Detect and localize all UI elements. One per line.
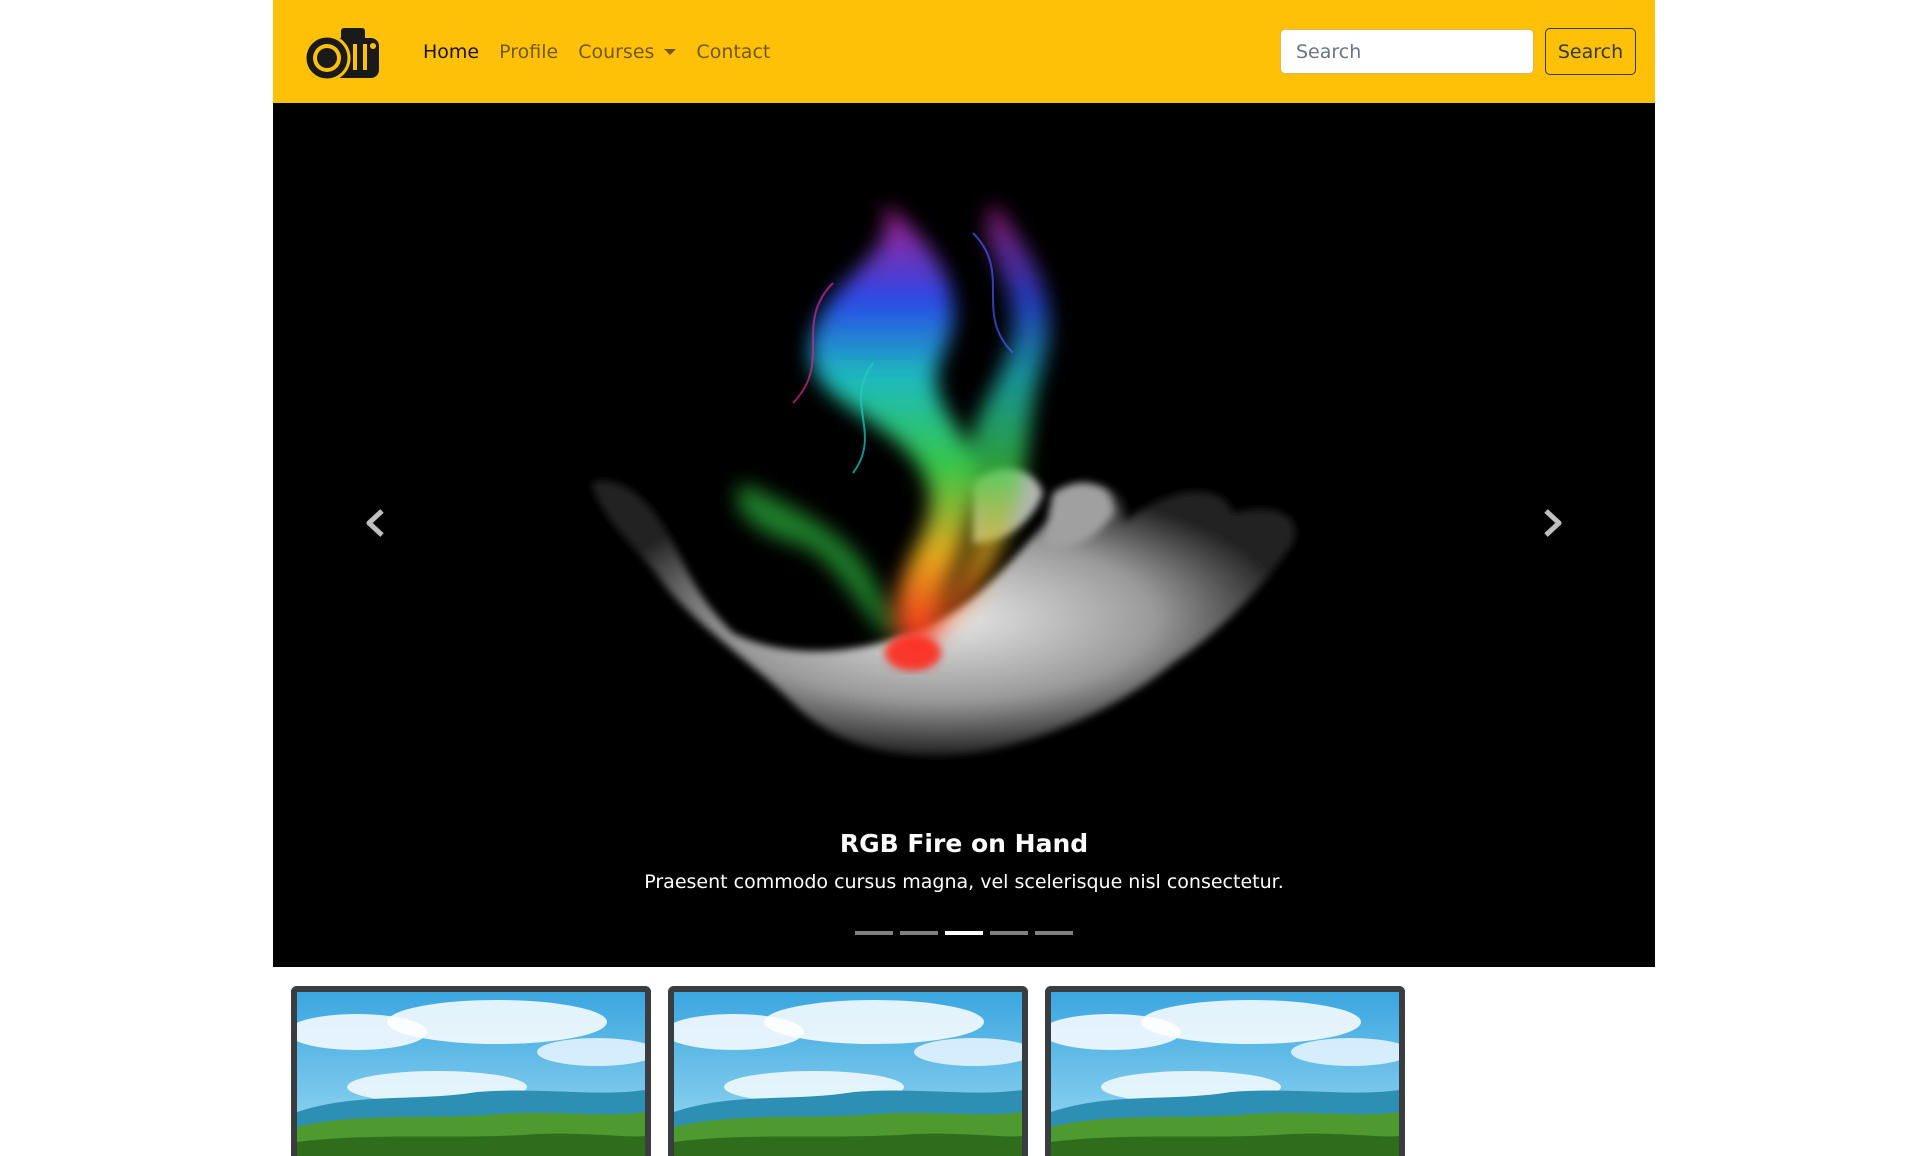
search-button[interactable]: Search [1545, 28, 1636, 75]
search-input[interactable] [1280, 29, 1534, 74]
carousel-indicator[interactable] [900, 931, 938, 935]
search-form: Search [1280, 28, 1636, 75]
thumbnail-card[interactable] [668, 986, 1028, 1156]
carousel-indicator[interactable] [945, 931, 983, 935]
nav-profile[interactable]: Profile [489, 41, 568, 63]
nav-courses-dropdown[interactable]: Courses [568, 41, 686, 63]
thumbnail-card[interactable] [1045, 986, 1405, 1156]
camera-logo-icon[interactable] [301, 22, 387, 82]
carousel-next-button[interactable] [1531, 503, 1571, 543]
nav-courses-label: Courses [578, 40, 655, 63]
slide-title: RGB Fire on Hand [839, 829, 1089, 858]
carousel-indicator[interactable] [855, 931, 893, 935]
nav-contact[interactable]: Contact [686, 41, 780, 63]
nav-links: Home Profile Courses Contact [413, 0, 780, 103]
slide-text: Praesent commodo cursus magna, vel scele… [644, 871, 1284, 893]
carousel-indicator[interactable] [1035, 931, 1073, 935]
navbar: Home Profile Courses Contact Search [273, 0, 1655, 103]
carousel-indicators [273, 931, 1655, 935]
carousel-prev-button[interactable] [357, 503, 397, 543]
carousel: RGB Fire on Hand Praesent commodo cursus… [273, 103, 1655, 967]
page-container: Home Profile Courses Contact Search Sear… [273, 0, 1655, 1156]
caret-down-icon [664, 48, 677, 55]
landscape-sky-image [1051, 992, 1399, 1156]
nav-home[interactable]: Home [413, 41, 489, 63]
landscape-sky-image [674, 992, 1022, 1156]
thumbnail-card[interactable] [291, 986, 651, 1156]
carousel-indicator[interactable] [990, 931, 1028, 935]
chevron-left-icon [366, 509, 384, 537]
chevron-right-icon [1544, 509, 1562, 537]
landscape-sky-image [297, 992, 645, 1156]
